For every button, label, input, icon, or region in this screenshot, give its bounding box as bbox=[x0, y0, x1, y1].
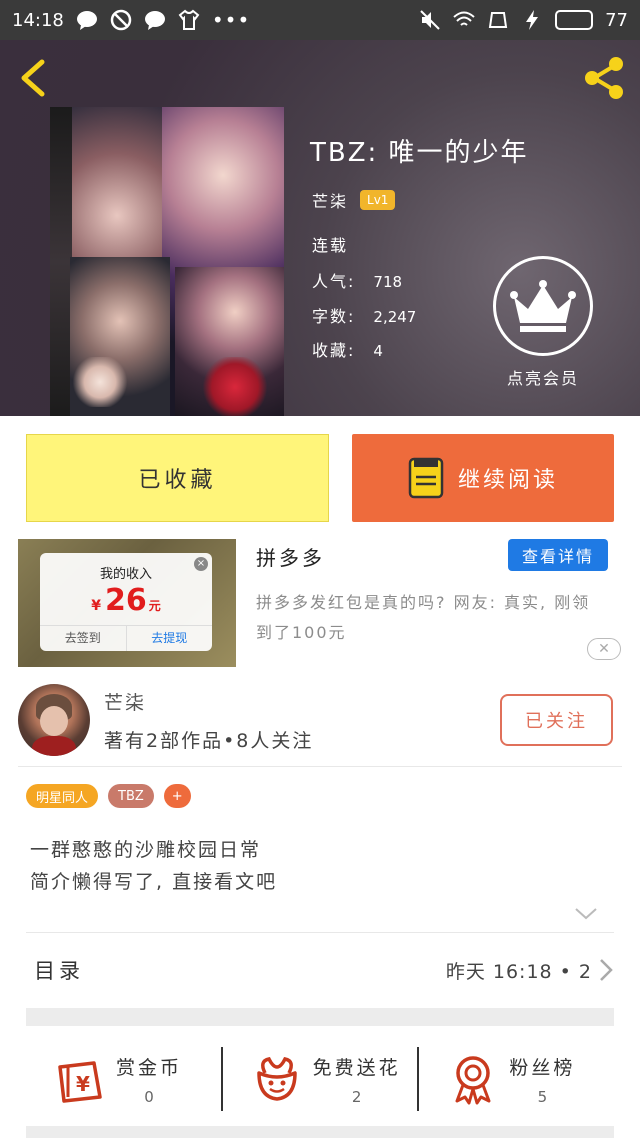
sim-card-icon bbox=[488, 12, 508, 28]
tag-list: 明星同人 TBZ + bbox=[26, 784, 191, 808]
status-bar: 14:18 ••• 77 bbox=[0, 0, 640, 40]
ad-title[interactable]: 拼多多 bbox=[256, 542, 325, 571]
catalog-update-time: 昨天 16:18 • 2 bbox=[445, 960, 592, 983]
popularity-value: 718 bbox=[373, 273, 403, 291]
divider bbox=[18, 766, 622, 767]
tip-coins-value: 0 bbox=[144, 1087, 154, 1106]
reward-stats: ¥ 赏金币 0 免费送花 2 粉丝榜 5 bbox=[26, 1034, 614, 1124]
share-icon[interactable] bbox=[580, 54, 628, 102]
author-avatar[interactable] bbox=[18, 684, 90, 756]
word-count-row: 字数: 2,247 bbox=[312, 303, 416, 327]
svg-text:¥: ¥ bbox=[76, 1072, 90, 1096]
author-row: 芒柒 Lv1 bbox=[312, 188, 396, 212]
income-card-actions: 去签到 去提现 bbox=[40, 625, 212, 651]
author-name[interactable]: 芒柒 bbox=[312, 188, 348, 212]
author-stats: 著有2部作品•8人关注 bbox=[104, 730, 314, 752]
checkin-link: 去签到 bbox=[40, 626, 127, 651]
battery-percent: 77 bbox=[605, 9, 628, 31]
wifi-icon bbox=[453, 11, 475, 26]
vip-button[interactable] bbox=[493, 256, 593, 356]
synopsis-line: 一群憨憨的沙雕校园日常 bbox=[30, 839, 262, 861]
income-unit: 元 bbox=[148, 599, 161, 613]
charging-bolt-icon bbox=[526, 10, 539, 30]
back-arrow-icon[interactable] bbox=[16, 58, 50, 98]
level-badge: Lv1 bbox=[360, 190, 396, 210]
send-flower-value: 2 bbox=[351, 1087, 362, 1106]
tip-coins-label: 赏金币 bbox=[116, 1056, 183, 1079]
continue-reading-button[interactable]: 继续阅读 bbox=[352, 434, 614, 522]
word-count-value: 2,247 bbox=[373, 308, 417, 326]
view-details-button[interactable]: 查看详情 bbox=[508, 539, 608, 571]
income-card-close-icon: × bbox=[194, 557, 208, 571]
income-value: 26 bbox=[104, 583, 147, 618]
book-synopsis: 一群憨憨的沙雕校园日常 简介懒得写了, 直接看文吧 bbox=[30, 834, 277, 898]
fan-ranking-item[interactable]: 粉丝榜 5 bbox=[417, 1047, 614, 1111]
book-cover[interactable] bbox=[50, 107, 284, 416]
red-envelope-icon: ¥ bbox=[58, 1061, 102, 1103]
tag-star-fanfic[interactable]: 明星同人 bbox=[26, 784, 99, 808]
following-button[interactable]: 已关注 bbox=[500, 694, 613, 746]
more-notifications-icon: ••• bbox=[211, 8, 251, 32]
award-ribbon-icon bbox=[455, 1056, 491, 1105]
fan-ranking-label: 粉丝榜 bbox=[509, 1056, 576, 1079]
book-detail-body: 已收藏 继续阅读 我的收入 ¥26 元 去签到 去提现 × 拼多多 查看详情 拼多… bbox=[0, 416, 640, 1138]
expand-chevron-icon[interactable] bbox=[574, 906, 598, 922]
tip-coins-item[interactable]: ¥ 赏金币 0 bbox=[26, 1047, 221, 1111]
section-separator bbox=[26, 1008, 614, 1026]
favorites-row: 收藏: 4 bbox=[312, 337, 383, 361]
income-card-title: 我的收入 bbox=[99, 567, 152, 582]
battery-icon bbox=[555, 10, 594, 30]
chat-bubble-icon bbox=[76, 11, 97, 30]
book-title: TBZ: 唯一的少年 bbox=[310, 138, 529, 168]
section-separator bbox=[26, 1126, 614, 1138]
continue-reading-label: 继续阅读 bbox=[457, 468, 558, 493]
shirt-icon bbox=[178, 9, 200, 30]
send-flower-label: 免费送花 bbox=[312, 1056, 401, 1079]
catalog-row[interactable]: 目录 昨天 16:18 • 2 bbox=[26, 933, 614, 1007]
favorites-label: 收藏: bbox=[312, 341, 356, 360]
fan-ranking-value: 5 bbox=[537, 1087, 548, 1106]
withdraw-link: 去提现 bbox=[151, 631, 188, 645]
ad-description[interactable]: 拼多多发红包是真的吗? 网友: 真实, 刚领到了100元 bbox=[256, 588, 606, 648]
currency-symbol: ¥ bbox=[91, 598, 101, 614]
book-header: TBZ: 唯一的少年 芒柒 Lv1 连载 人气: 718 字数: 2,247 收藏:… bbox=[0, 40, 640, 416]
book-status: 连载 bbox=[312, 236, 349, 255]
flower-icon bbox=[256, 1057, 297, 1101]
do-not-disturb-icon bbox=[110, 9, 132, 31]
crown-icon bbox=[510, 280, 576, 332]
mute-icon bbox=[420, 10, 440, 30]
chevron-right-icon bbox=[600, 959, 613, 981]
popularity-row: 人气: 718 bbox=[312, 268, 402, 292]
synopsis-line: 简介懒得写了, 直接看文吧 bbox=[30, 871, 278, 893]
send-flower-item[interactable]: 免费送花 2 bbox=[220, 1047, 418, 1111]
book-icon bbox=[408, 457, 444, 499]
ad-close-icon[interactable]: ✕ bbox=[587, 638, 621, 660]
message-icon bbox=[144, 11, 165, 30]
ad-image[interactable]: 我的收入 ¥26 元 去签到 去提现 × bbox=[18, 539, 236, 667]
income-card: 我的收入 ¥26 元 去签到 去提现 × bbox=[40, 553, 212, 651]
author-name-label[interactable]: 芒柒 bbox=[104, 688, 146, 715]
vip-label: 点亮会员 bbox=[506, 369, 579, 388]
status-time: 14:18 bbox=[12, 9, 64, 31]
favorites-value: 4 bbox=[373, 342, 383, 360]
popularity-label: 人气: bbox=[312, 272, 356, 291]
catalog-title: 目录 bbox=[34, 959, 84, 983]
word-count-label: 字数: bbox=[312, 307, 356, 326]
tag-tbz[interactable]: TBZ bbox=[108, 784, 154, 808]
tag-add-button[interactable]: + bbox=[163, 784, 191, 808]
income-amount: ¥26 元 bbox=[40, 583, 212, 618]
favorited-button[interactable]: 已收藏 bbox=[26, 434, 329, 522]
